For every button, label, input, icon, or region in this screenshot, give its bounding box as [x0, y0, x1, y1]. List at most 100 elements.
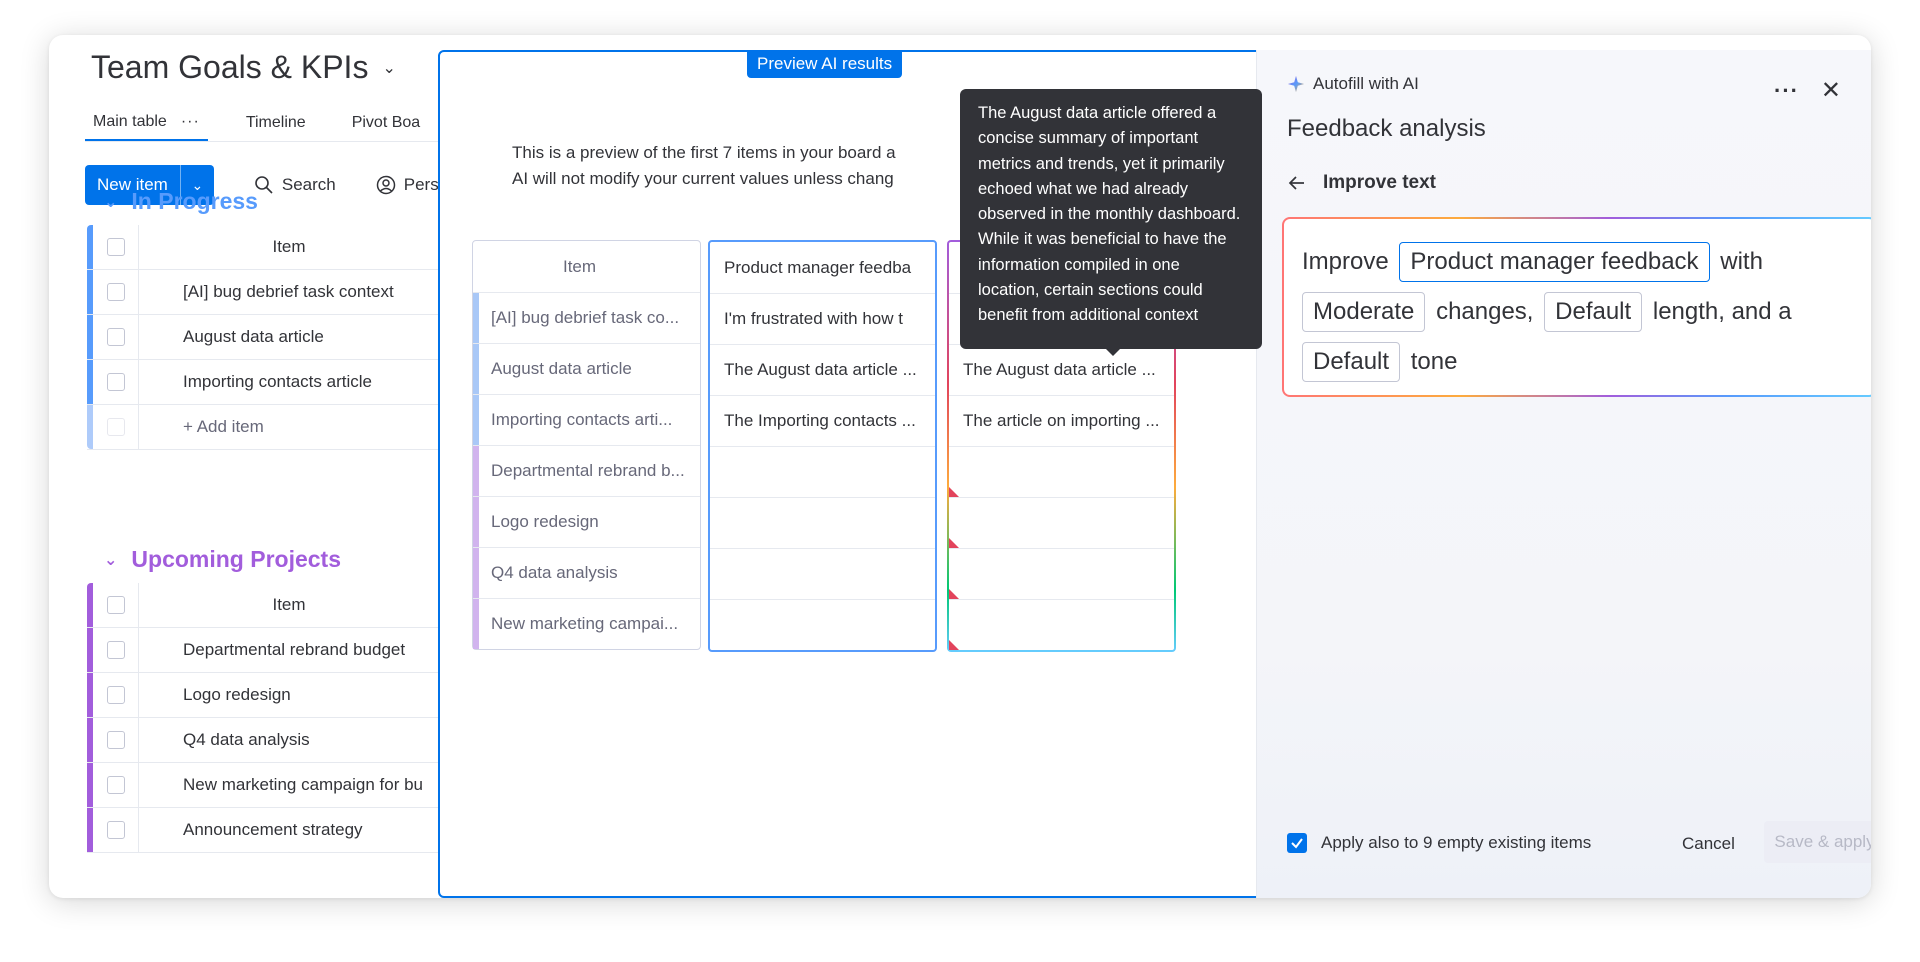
prompt-text: changes, — [1436, 298, 1534, 325]
group-title[interactable]: Upcoming Projects — [131, 546, 341, 573]
group-color-bar — [473, 599, 479, 649]
warning-flag-icon — [949, 538, 959, 548]
search-label: Search — [281, 175, 336, 194]
checkbox — [106, 418, 125, 436]
output-cell[interactable]: The article on importing ... — [949, 395, 1174, 446]
row-select-cell — [93, 405, 139, 449]
app-window: Team Goals & KPIs ⌄ Main table ··· Timel… — [49, 35, 1871, 898]
prompt-box: Improve Product manager feedback with Mo… — [1282, 217, 1871, 397]
chevron-down-icon[interactable]: ⌄ — [104, 192, 117, 212]
checkbox[interactable] — [106, 328, 125, 346]
item-name[interactable]: New marketing campaign for bu — [139, 763, 439, 807]
tooltip-arrow — [1104, 347, 1122, 356]
row-select-cell[interactable] — [93, 628, 139, 672]
checkbox[interactable] — [106, 821, 125, 839]
item-name[interactable]: August data article — [139, 315, 439, 359]
source-cell[interactable]: The Importing contacts ... — [710, 395, 935, 446]
prompt-text: length, and a — [1652, 298, 1792, 325]
item-name: [AI] bug debrief task co... — [491, 308, 680, 327]
more-icon[interactable]: ··· — [1774, 78, 1799, 104]
cancel-button[interactable]: Cancel — [1682, 834, 1735, 854]
column-header-item: Item — [272, 237, 306, 256]
preview-item-cell: August data article — [473, 343, 700, 394]
column-header-source: Product manager feedba — [724, 257, 912, 277]
row-select-cell[interactable] — [93, 808, 139, 852]
item-name: Q4 data analysis — [491, 563, 618, 582]
tab-label: Main table — [93, 113, 167, 130]
checkbox[interactable] — [106, 731, 125, 749]
preview-item-cell: Logo redesign — [473, 496, 700, 547]
preview-item-cell: New marketing campai... — [473, 598, 700, 649]
item-name[interactable]: Departmental rebrand budget — [139, 628, 439, 672]
source-cell[interactable]: I'm frustrated with how t — [710, 293, 935, 344]
item-name[interactable]: Logo redesign — [139, 673, 439, 717]
output-cell[interactable]: The August data article ... — [949, 344, 1174, 395]
autofill-ai-panel: Autofill with AI Feedback analysis ··· ✕… — [1256, 50, 1871, 898]
warning-flag-icon — [949, 487, 959, 497]
source-cell[interactable]: The August data article ... — [710, 344, 935, 395]
cell-tooltip: The August data article offered a concis… — [960, 89, 1262, 349]
view-tabs: Main table ··· Timeline Pivot Boa — [85, 105, 458, 141]
apply-also-checkbox[interactable] — [1287, 833, 1307, 853]
tab-timeline[interactable]: Timeline — [238, 105, 314, 141]
item-name[interactable]: Q4 data analysis — [139, 718, 439, 762]
prompt-text: with — [1720, 248, 1763, 275]
tab-pivot-board[interactable]: Pivot Boa — [344, 105, 428, 141]
row-select-cell[interactable] — [93, 360, 139, 404]
output-cell-empty — [949, 446, 1174, 497]
checkbox[interactable] — [106, 596, 125, 614]
checkbox[interactable] — [106, 686, 125, 704]
group-color-bar — [473, 293, 479, 343]
column-select-chip[interactable]: Product manager feedback — [1399, 242, 1710, 282]
group-title[interactable]: In Progress — [131, 188, 258, 215]
item-name: Departmental rebrand b... — [491, 461, 685, 480]
board-title[interactable]: Team Goals & KPIs ⌄ — [91, 49, 396, 86]
chevron-down-icon[interactable]: ⌄ — [382, 58, 395, 78]
checkbox[interactable] — [106, 283, 125, 301]
panel-subtitle-row: Autofill with AI — [1287, 74, 1419, 94]
tab-main-table[interactable]: Main table ··· — [85, 105, 208, 141]
arrow-left-icon[interactable] — [1287, 173, 1307, 193]
back-label: Improve text — [1323, 172, 1436, 193]
checkbox[interactable] — [106, 776, 125, 794]
row-select-cell[interactable] — [93, 315, 139, 359]
select-all-cell[interactable] — [93, 225, 139, 269]
item-name[interactable]: Announcement strategy — [139, 808, 439, 852]
preview-source-column: Product manager feedba I'm frustrated wi… — [708, 240, 937, 652]
apply-also-row[interactable]: Apply also to 9 empty existing items — [1287, 833, 1591, 853]
row-select-cell[interactable] — [93, 270, 139, 314]
changes-select-chip[interactable]: Moderate — [1302, 292, 1426, 332]
group-upcoming-projects-header[interactable]: ⌄ Upcoming Projects — [104, 546, 341, 573]
preview-description: This is a preview of the first 7 items i… — [512, 140, 932, 192]
checkbox[interactable] — [106, 373, 125, 391]
item-name[interactable]: Importing contacts article — [139, 360, 439, 404]
length-select-chip[interactable]: Default — [1544, 292, 1643, 332]
more-icon[interactable]: ··· — [181, 113, 200, 131]
close-icon[interactable]: ✕ — [1821, 76, 1841, 105]
tab-label: Timeline — [245, 114, 306, 131]
preview-item-cell: Departmental rebrand b... — [473, 445, 700, 496]
checkbox[interactable] — [106, 238, 125, 256]
chevron-down-icon[interactable]: ⌄ — [104, 550, 117, 570]
output-cell-empty — [949, 497, 1174, 548]
row-select-cell[interactable] — [93, 673, 139, 717]
preview-badge: Preview AI results — [747, 50, 903, 78]
group-in-progress-header[interactable]: ⌄ In Progress — [104, 188, 258, 215]
save-apply-button[interactable]: Save & apply — [1764, 821, 1871, 863]
group-color-bar — [473, 395, 479, 445]
warning-flag-icon — [949, 640, 959, 650]
source-cell-empty — [710, 497, 935, 548]
row-select-cell[interactable] — [93, 763, 139, 807]
row-select-cell[interactable] — [93, 718, 139, 762]
select-all-cell[interactable] — [93, 583, 139, 627]
add-item-input[interactable]: + Add item — [139, 405, 439, 449]
back-button[interactable]: Improve text — [1287, 172, 1436, 194]
item-name[interactable]: [AI] bug debrief task context — [139, 270, 439, 314]
preview-item-cell: Q4 data analysis — [473, 547, 700, 598]
tone-select-chip[interactable]: Default — [1302, 342, 1401, 382]
checkbox[interactable] — [106, 641, 125, 659]
panel-subtitle: Autofill with AI — [1313, 74, 1419, 93]
group-color-bar — [473, 548, 479, 598]
output-cell-empty — [949, 548, 1174, 599]
search-button[interactable]: Search — [254, 175, 336, 195]
